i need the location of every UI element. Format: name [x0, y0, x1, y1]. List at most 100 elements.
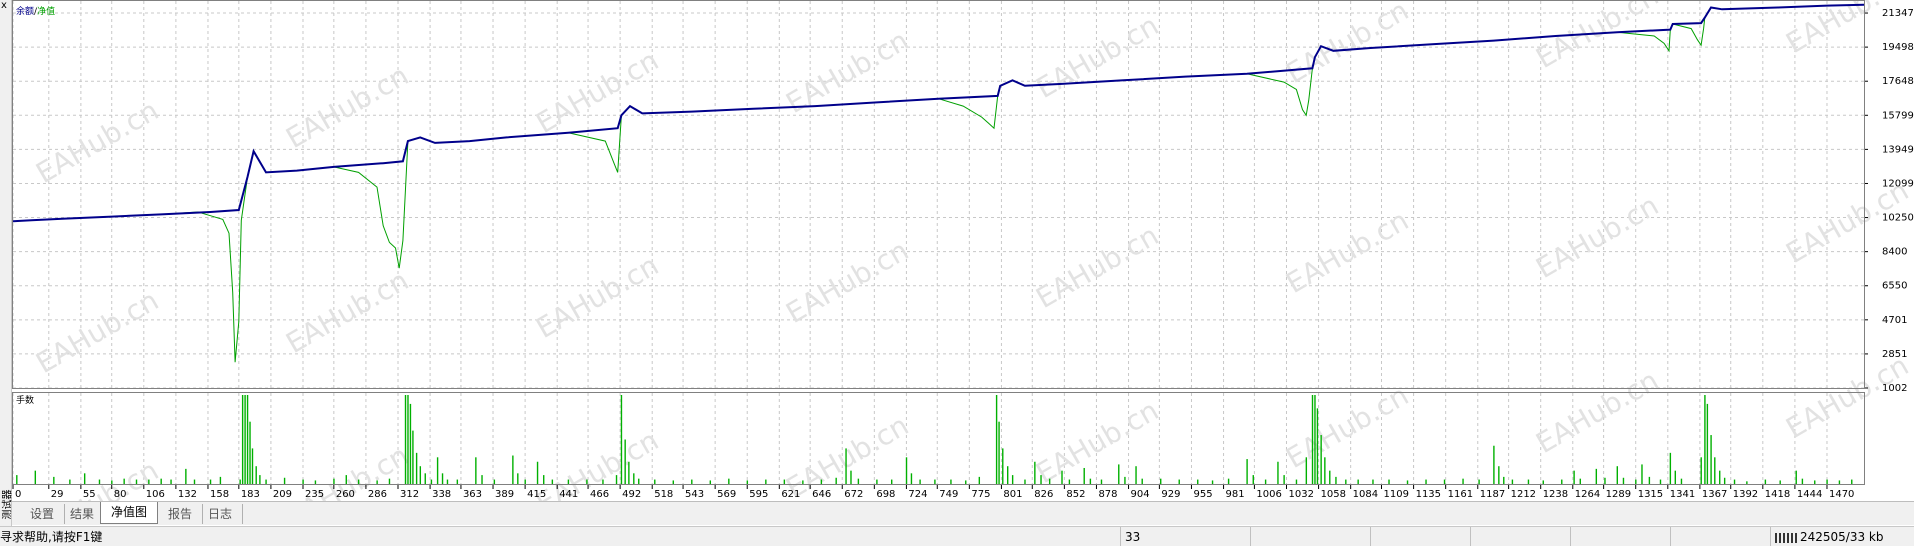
x-tick-label: 415: [527, 489, 546, 500]
x-tick-label: 698: [876, 489, 895, 500]
volume-bar: [672, 480, 674, 484]
volume-bar: [1246, 459, 1248, 484]
volume-bar: [1704, 395, 1706, 484]
volume-bar: [1503, 476, 1505, 484]
volume-bar: [409, 403, 412, 484]
volume-bar: [995, 395, 998, 484]
volume-bar: [567, 479, 570, 484]
volume-bar: [586, 479, 588, 484]
volume-bar: [246, 395, 249, 484]
volume-bar: [1669, 452, 1672, 484]
volume-bar: [633, 473, 635, 484]
volume-bar: [219, 476, 222, 484]
volume-bar: [1211, 480, 1214, 484]
x-tick-label: 981: [1226, 489, 1245, 500]
volume-bar: [481, 475, 483, 484]
x-tick-label: 775: [971, 489, 990, 500]
volume-bar: [517, 473, 519, 484]
volume-bar: [1641, 464, 1643, 484]
volume-bar: [905, 457, 908, 484]
legend-balance: 余额: [16, 5, 34, 17]
y-tick-label: 6550: [1882, 281, 1907, 292]
volume-bar: [1719, 470, 1721, 484]
volume-bar: [1595, 468, 1598, 484]
close-icon[interactable]: x: [1, 0, 7, 11]
x-tick-label: 1161: [1448, 489, 1473, 500]
volume-bar: [978, 476, 981, 484]
x-tick-label: 132: [178, 489, 197, 500]
volume-bar: [876, 479, 878, 484]
volume-bar: [1635, 479, 1637, 484]
volume-bar: [1733, 479, 1736, 484]
x-tick-label: 672: [844, 489, 863, 500]
tab-settings[interactable]: 设置: [20, 504, 66, 524]
volume-bar: [419, 466, 422, 484]
x-tick-label: 1341: [1670, 489, 1695, 500]
volume-bar: [1320, 435, 1322, 484]
volume-bar: [950, 479, 952, 484]
volume-bar: [160, 478, 162, 484]
volume-bar: [1511, 479, 1514, 484]
volume-bar: [475, 457, 477, 484]
volume-bar: [1372, 479, 1374, 484]
volume-bar: [283, 477, 286, 484]
volume-bar: [1764, 479, 1767, 484]
y-tick-label: 4701: [1882, 315, 1907, 326]
status-traffic-text: 242505/33 kb: [1800, 530, 1884, 544]
x-tick-label: 338: [432, 489, 451, 500]
volume-bar: [1118, 464, 1120, 484]
volume-bar: [1826, 479, 1828, 484]
x-tick-label: 1135: [1416, 489, 1441, 500]
volume-bar: [1034, 461, 1036, 484]
volume-bar: [83, 473, 86, 484]
volume-bar: [1838, 480, 1841, 484]
volume-bar: [1227, 478, 1230, 484]
volume-bar: [345, 475, 347, 484]
volume-bar: [357, 479, 360, 484]
volume-bar: [965, 480, 967, 484]
volume-bar: [376, 480, 378, 484]
volume-bar: [1061, 470, 1063, 484]
x-tick-label: 1238: [1543, 489, 1568, 500]
volume-bar: [209, 479, 212, 484]
volume-bar: [148, 479, 150, 484]
volume-bar: [1345, 479, 1347, 484]
tab-report[interactable]: 报告: [158, 504, 204, 524]
x-tick-label: 1058: [1321, 489, 1346, 500]
tab-journal[interactable]: 日志: [198, 504, 244, 524]
tab-results[interactable]: 结果: [60, 504, 106, 524]
volume-bar: [1700, 457, 1702, 484]
x-tick-label: 1444: [1797, 489, 1822, 500]
x-tick-label: 1187: [1480, 489, 1505, 500]
x-tick-label: 929: [1161, 489, 1180, 500]
volume-bar: [1561, 479, 1563, 484]
x-tick-label: 955: [1193, 489, 1212, 500]
volume-bar: [512, 455, 514, 484]
volume-bar: [193, 479, 196, 484]
volume-bar: [1388, 479, 1390, 484]
tab-equity-graph[interactable]: 净值图: [100, 502, 159, 524]
x-tick-label: 749: [939, 489, 958, 500]
volume-bar: [1083, 467, 1085, 484]
volume-bar: [1160, 478, 1162, 484]
volume-bar: [1527, 479, 1530, 484]
volume-bar: [1329, 470, 1331, 484]
volume-bar: [333, 478, 335, 484]
status-empty-2: [1370, 527, 1470, 546]
volume-bar: [1314, 395, 1316, 484]
x-tick-label: 0: [15, 489, 21, 500]
volume-bar: [1573, 470, 1575, 484]
volume-bar: [1542, 480, 1544, 484]
x-tick-label: 106: [146, 489, 165, 500]
x-tick-label: 543: [685, 489, 704, 500]
y-tick-label: 13949: [1882, 144, 1914, 155]
volume-bar: [1406, 480, 1409, 484]
volume-bar: [415, 452, 418, 484]
volume-bar: [857, 478, 860, 484]
y-tick-label: 2851: [1882, 349, 1907, 360]
x-tick-label: 852: [1066, 489, 1085, 500]
volume-bar: [1779, 480, 1781, 484]
volume-bar: [615, 475, 618, 484]
legend-equity: 净值: [37, 5, 55, 17]
y-tick-label: 10250: [1882, 213, 1914, 224]
